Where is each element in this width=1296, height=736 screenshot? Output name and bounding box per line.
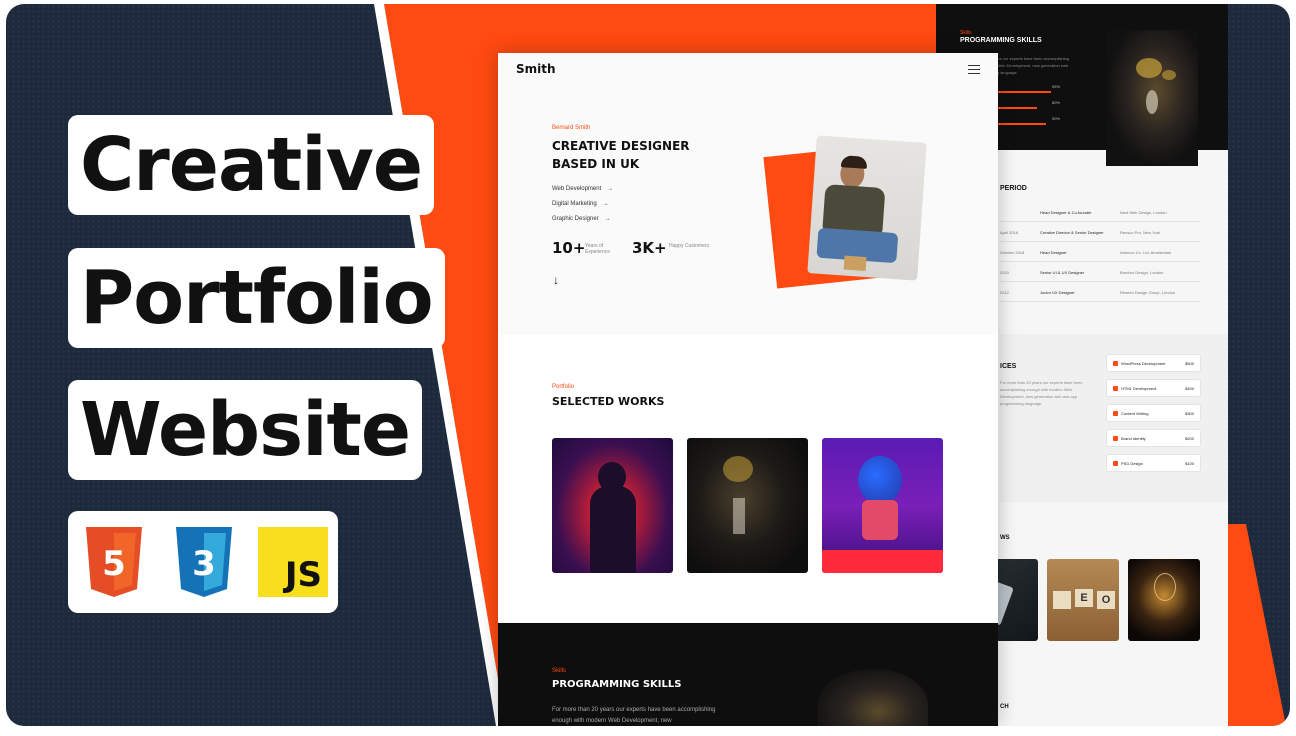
gold-mask-portrait-image — [1106, 30, 1198, 166]
html5-icon: 5 — [86, 527, 142, 597]
stat-customers-label: Happy Customers — [669, 243, 710, 249]
work-item-statue[interactable] — [822, 438, 943, 573]
arrow-right-icon: → — [607, 186, 614, 192]
role-link-digital-marketing[interactable]: Digital Marketing → — [552, 201, 609, 207]
skill-bar-1-label: 95% — [1052, 84, 1061, 89]
service-icon — [1113, 436, 1118, 441]
hero-heading-line-2: BASED IN UK — [552, 157, 640, 171]
arrow-right-icon: → — [602, 201, 609, 207]
service-item[interactable]: Brand Identity $200 — [1106, 429, 1201, 447]
experience-row: Head Designer & Co-founder Next Web Desig… — [1000, 202, 1200, 222]
role-link-web-development[interactable]: Web Development → — [552, 186, 613, 192]
service-icon — [1113, 386, 1118, 391]
thumbnail-canvas: Skills PROGRAMMING SKILLS For more than … — [6, 4, 1290, 726]
service-icon — [1113, 461, 1118, 466]
site-logo[interactable]: Smith — [516, 62, 556, 76]
hero-heading-line-1: CREATIVE DESIGNER — [552, 139, 690, 153]
works-heading: SELECTED WORKS — [552, 395, 665, 408]
service-item[interactable]: PSD Design $100 — [1106, 454, 1201, 472]
stat-years-number: 10+ — [552, 239, 586, 257]
hero-kicker: Bernard Smith — [552, 125, 591, 131]
css3-icon: 3 — [176, 527, 232, 597]
arrow-right-icon: → — [604, 216, 611, 222]
service-item[interactable]: WordPress Development $500 — [1106, 354, 1201, 372]
title-line-1: Creative — [80, 122, 423, 208]
svg-text:3: 3 — [192, 544, 216, 584]
gold-mask-portrait-image — [818, 669, 928, 726]
news-heading: WS — [1000, 535, 1010, 541]
front-page-screenshot: Smith Bernard Smith CREATIVE DESIGNER BA… — [498, 53, 998, 726]
news-thumb-lightbulb[interactable] — [1128, 559, 1200, 641]
title-badge: Website — [68, 380, 423, 480]
contact-heading: CH — [1000, 704, 1009, 710]
skill-bar-2-label: 80% — [1052, 100, 1061, 105]
skills-paragraph: For more than 20 years our experts have … — [552, 707, 716, 724]
title-badge: Creative — [68, 115, 435, 215]
service-icon — [1113, 361, 1118, 366]
hero-portrait-photo — [807, 135, 927, 281]
hamburger-menu-icon[interactable] — [968, 65, 980, 74]
experience-heading: PERIOD — [1000, 185, 1027, 192]
tech-logos: 5 3 JS — [68, 511, 338, 613]
javascript-icon: JS — [258, 527, 328, 597]
stat-customers-number: 3K+ — [632, 239, 667, 257]
stat-years-label: Years of Experience — [585, 243, 611, 255]
title-line-2: Portfolio — [80, 255, 434, 341]
works-kicker: Portfolio — [552, 384, 575, 390]
svg-text:5: 5 — [102, 544, 126, 584]
services-paragraph: For more than 20 years our experts have … — [1000, 380, 1083, 406]
services-heading: ICES — [1000, 363, 1017, 370]
arrow-down-icon[interactable]: ↓ — [553, 273, 559, 287]
experience-row: 2015 Senior UI & UX Designer Bredoro Desig… — [1000, 262, 1200, 282]
title-line-3: Website — [80, 387, 411, 473]
back-skills-kicker: Skills — [960, 30, 972, 36]
work-item-gold-mask[interactable] — [687, 438, 808, 573]
role-link-graphic-designer[interactable]: Graphic Designer → — [552, 216, 611, 222]
experience-row: April 2016 Creative Director & Senior Des… — [1000, 222, 1200, 242]
back-skills-heading: PROGRAMMING SKILLS — [960, 37, 1042, 44]
skills-heading: PROGRAMMING SKILLS — [552, 679, 682, 690]
skill-bar-3-label: 90% — [1052, 116, 1061, 121]
service-icon — [1113, 411, 1118, 416]
news-thumb-seo-tiles[interactable]: E O — [1047, 559, 1119, 641]
experience-row: 2012 Junior UX Designer Reseen Design Grou… — [1000, 282, 1200, 302]
work-item-light-painting[interactable] — [552, 438, 673, 573]
title-badge: Portfolio — [68, 248, 445, 348]
experience-row: October 2018 Head Designer Artwoon Co. Ltd… — [1000, 242, 1200, 262]
skills-kicker: Skills — [552, 668, 567, 674]
service-item[interactable]: HTML Development $400 — [1106, 379, 1201, 397]
service-item[interactable]: Content Writing $300 — [1106, 404, 1201, 422]
